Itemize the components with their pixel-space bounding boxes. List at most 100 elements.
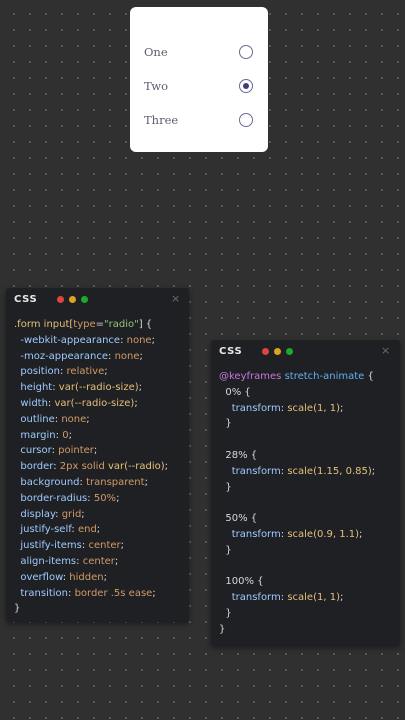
- code-token: var(--radio): [107, 461, 165, 473]
- code-token: none: [114, 350, 140, 362]
- code-line: transform: scale(1, 1);: [219, 401, 375, 417]
- code-token: ;: [81, 508, 85, 520]
- code-line: align-items: center;: [14, 554, 168, 570]
- code-token: scale(0.9, 1.1): [287, 528, 360, 540]
- code-line: }: [219, 606, 375, 622]
- code-token: ;: [134, 397, 138, 409]
- code-line: }: [14, 601, 168, 617]
- code-token: scale(1, 1): [287, 402, 340, 414]
- code-line: -moz-appearance: none;: [14, 349, 168, 365]
- radio-button-one[interactable]: [239, 45, 253, 59]
- code-token: none: [126, 334, 152, 346]
- code-line: 0% {: [219, 385, 375, 401]
- code-token: }: [219, 418, 232, 430]
- code-token: transform: [219, 465, 281, 477]
- code-line: }: [219, 622, 375, 638]
- code-token: ;: [103, 571, 107, 583]
- code-token: -webkit-appearance: [14, 334, 121, 346]
- code-line: .form input[type="radio"] {: [14, 317, 168, 333]
- code-token: ;: [371, 465, 376, 477]
- code-token: margin: [14, 429, 56, 441]
- radio-option-three[interactable]: Three: [130, 106, 268, 136]
- code-token: grid: [61, 508, 82, 520]
- code-line: border-radius: 50%;: [14, 491, 168, 507]
- code-token: border .5s ease: [74, 587, 153, 599]
- code-line: }: [219, 480, 375, 496]
- code-token: 28% {: [219, 449, 258, 461]
- code-line: transform: scale(0.9, 1.1);: [219, 527, 375, 543]
- code-token: ;: [139, 350, 143, 362]
- code-line: display: grid;: [14, 507, 168, 523]
- code-line: overflow: hidden;: [14, 570, 168, 586]
- panel-title: CSS: [14, 294, 38, 305]
- code-token: ;: [114, 555, 119, 567]
- code-token: 50%: [93, 492, 117, 504]
- code-line: justify-items: center;: [14, 538, 168, 554]
- radio-button-three[interactable]: [239, 113, 253, 127]
- code-token: height: [14, 382, 53, 394]
- code-token: transform: [219, 592, 281, 604]
- radio-option-two[interactable]: Two: [130, 72, 268, 102]
- radio-button-two[interactable]: [239, 79, 253, 93]
- code-token: "radio": [104, 319, 139, 330]
- code-line: transform: scale(1, 1);: [219, 590, 375, 606]
- code-line: width: var(--radio-size);: [14, 396, 168, 412]
- code-token: ;: [339, 402, 344, 414]
- radio-option-one[interactable]: One: [130, 38, 268, 68]
- code-line: 50% {: [219, 511, 375, 527]
- code-token: 2px solid: [59, 461, 108, 473]
- code-token: transform: [219, 402, 281, 414]
- code-token: hidden: [69, 571, 104, 583]
- code-line: 100% {: [219, 574, 375, 590]
- code-token: border-radius: [14, 492, 88, 504]
- panel-header: CSS ×: [6, 288, 189, 310]
- code-token: scale(1, 1): [287, 592, 340, 604]
- code-token: ;: [164, 461, 169, 473]
- radio-form-card: One Two Three: [130, 7, 268, 152]
- code-token: 50% {: [219, 513, 258, 525]
- code-token: ;: [339, 592, 344, 604]
- code-token: }: [219, 623, 226, 635]
- close-light-icon[interactable]: [262, 348, 269, 355]
- code-token: ;: [359, 528, 363, 540]
- code-token: @keyframes: [219, 371, 282, 382]
- maximize-light-icon[interactable]: [286, 348, 293, 355]
- code-token: 0% {: [219, 386, 251, 398]
- code-line: 28% {: [219, 448, 375, 464]
- code-line: outline: none;: [14, 412, 168, 428]
- code-line: transition: border .5s ease;: [14, 586, 168, 602]
- code-token: }: [219, 481, 232, 493]
- maximize-light-icon[interactable]: [81, 296, 88, 303]
- code-token: align-items: [14, 555, 77, 567]
- code-token: ] {: [138, 319, 153, 330]
- code-token: type: [73, 319, 96, 330]
- code-token: stretch-animate: [284, 371, 365, 382]
- code-token: -moz-appearance: [14, 350, 109, 362]
- close-icon[interactable]: ×: [381, 344, 390, 357]
- panel-title: CSS: [219, 346, 243, 357]
- code-token: width: [14, 397, 48, 409]
- code-token: cursor: [14, 445, 52, 457]
- code-token: scale(1.15, 0.85): [287, 465, 372, 477]
- code-block: .form input[type="radio"] { -webkit-appe…: [14, 317, 168, 617]
- code-token: var(--radio-size): [54, 397, 135, 409]
- code-line: margin: 0;: [14, 428, 168, 444]
- code-line: height: var(--radio-size);: [14, 380, 168, 396]
- code-token: border: [14, 461, 54, 473]
- code-token: ;: [104, 366, 108, 378]
- code-token: transition: [14, 587, 68, 599]
- close-icon[interactable]: ×: [171, 292, 180, 305]
- minimize-light-icon[interactable]: [274, 348, 281, 355]
- code-token: overflow: [14, 571, 63, 583]
- code-token: center: [82, 555, 115, 567]
- code-token: ;: [68, 429, 72, 441]
- radio-label-one: One: [144, 45, 168, 59]
- code-token: ;: [144, 476, 148, 488]
- code-token: justify-self: [14, 524, 72, 536]
- code-token: transparent: [86, 476, 145, 488]
- code-token: ;: [96, 524, 101, 536]
- minimize-light-icon[interactable]: [69, 296, 76, 303]
- close-light-icon[interactable]: [57, 296, 64, 303]
